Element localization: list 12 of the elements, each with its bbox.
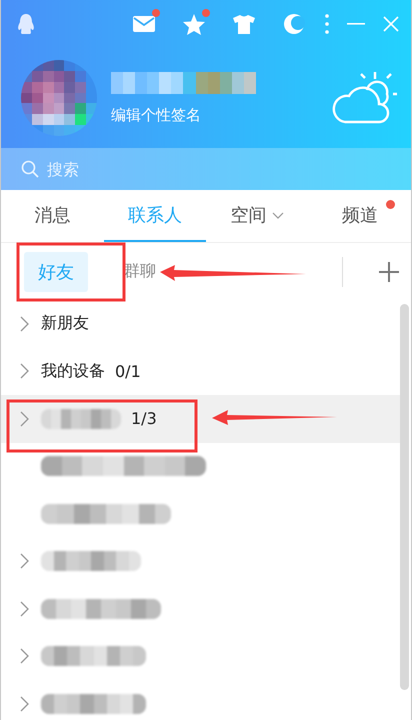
tab[interactable]: 频道	[308, 190, 411, 242]
highlighted-group-row[interactable]: 1/3	[1, 395, 400, 442]
group-name: 新朋友	[41, 313, 89, 334]
group-row[interactable]: 我的设备 0/1	[1, 348, 400, 395]
group-name: 我的设备	[41, 360, 105, 382]
tab[interactable]: 消息	[1, 190, 104, 242]
search-field[interactable]: 搜索	[47, 160, 167, 178]
tab[interactable]: 空间	[206, 190, 308, 242]
group-count: 1/3	[131, 409, 157, 428]
group-count: 0/1	[115, 362, 141, 381]
subtab[interactable]: 群聊	[110, 253, 170, 290]
group-row[interactable]: 新朋友	[1, 300, 400, 348]
